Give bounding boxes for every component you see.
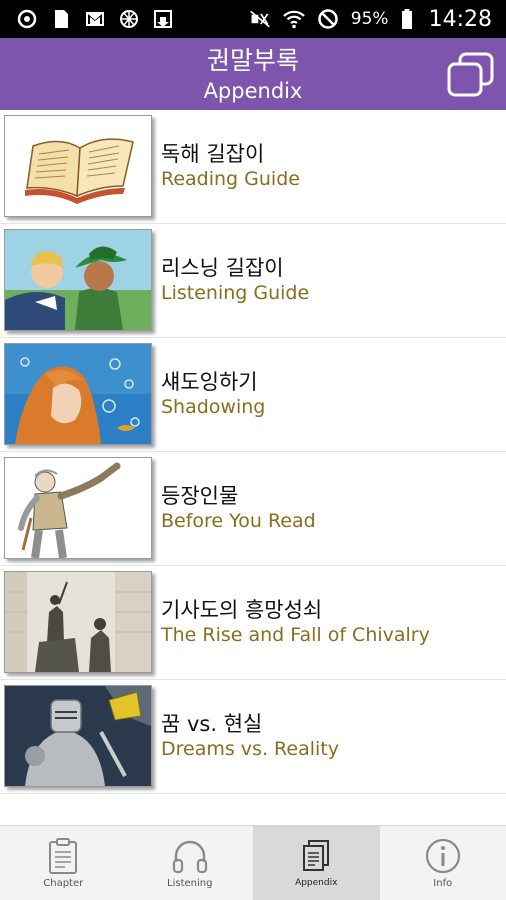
info-icon [425,838,460,874]
list-item-rise-and-fall[interactable]: 기사도의 흥망성쇠 The Rise and Fall of Chivalry [0,566,506,680]
list-item-reading-guide[interactable]: 독해 길잡이 Reading Guide [0,110,506,224]
status-left [16,8,174,30]
headphones-icon [172,840,207,874]
nav-info[interactable]: Info [380,826,506,900]
page-subtitle: Appendix [203,79,303,103]
item-title-kr: 섀도잉하기 [161,370,258,394]
item-title-kr: 등장인물 [161,484,239,508]
battery-percent: 95% [350,9,389,29]
copy-icon [447,52,494,97]
mute-icon [249,8,271,30]
network-icon [118,8,140,30]
status-right: 95% 14:28 [249,7,492,32]
knight-sketch-thumbnail [4,457,152,559]
nav-label: Listening [167,878,213,889]
clock: 14:28 [428,6,492,32]
two-boys-thumbnail [4,229,152,331]
item-title-en: Listening Guide [161,282,310,304]
item-title-en: The Rise and Fall of Chivalry [161,624,430,646]
item-title-kr: 독해 길잡이 [161,142,265,166]
armored-knight-thumbnail [4,685,152,787]
bottom-navigation: Chapter Listening Appendix Info [0,825,506,900]
battery-icon [401,8,413,30]
open-book-thumbnail [4,115,152,217]
clipboard-icon [49,838,78,874]
item-title-en: Dreams vs. Reality [161,738,339,760]
item-title-en: Reading Guide [161,168,300,190]
nav-label: Info [433,878,453,889]
pages-icon [303,840,330,871]
page-title: 권말부록 [206,46,299,75]
list-item-listening-guide[interactable]: 리스닝 길잡이 Listening Guide [0,224,506,338]
list-item-shadowing[interactable]: 섀도잉하기 Shadowing [0,338,506,452]
sync-icon [16,8,38,30]
copy-button[interactable] [446,52,496,98]
dnd-icon [317,8,339,30]
girl-underwater-thumbnail [4,343,152,445]
wifi-icon [283,8,305,30]
item-title-kr: 꿈 vs. 현실 [161,712,263,736]
nav-label: Appendix [295,878,338,888]
item-title-kr: 리스닝 길잡이 [161,256,284,280]
list-item-dreams-vs-reality[interactable]: 꿈 vs. 현실 Dreams vs. Reality [0,680,506,794]
status-bar: 95% 14:28 [0,0,506,38]
nav-listening[interactable]: Listening [127,826,254,900]
nav-label: Chapter [43,878,84,889]
nav-chapter[interactable]: Chapter [0,826,127,900]
statue-photo-thumbnail [4,571,152,673]
sim-icon [50,8,72,30]
item-title-en: Before You Read [161,510,316,532]
download-icon [152,8,174,30]
gmail-icon [84,8,106,30]
item-title-en: Shadowing [161,396,266,418]
app-header: 권말부록 Appendix [0,38,506,110]
list-item-before-you-read[interactable]: 등장인물 Before You Read [0,452,506,566]
item-title-kr: 기사도의 흥망성쇠 [161,598,323,622]
appendix-list: 독해 길잡이 Reading Guide 리스닝 길잡이 Listening G… [0,110,506,794]
nav-appendix[interactable]: Appendix [253,826,380,900]
